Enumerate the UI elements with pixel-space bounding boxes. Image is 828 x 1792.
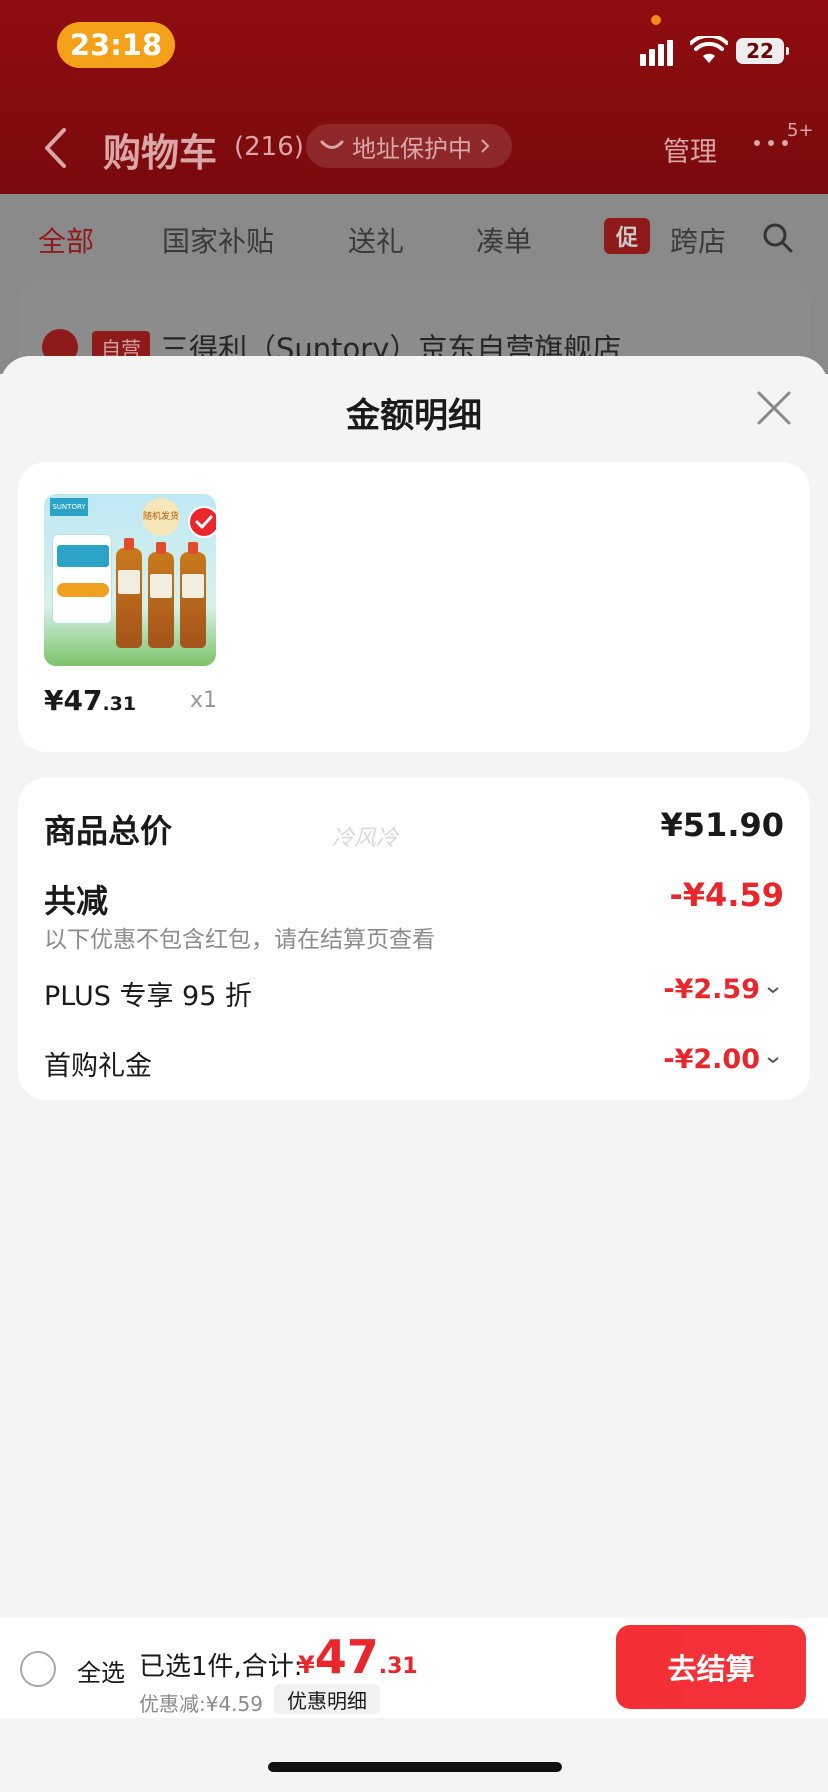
smile-icon xyxy=(320,140,344,149)
home-indicator xyxy=(268,1762,562,1772)
select-all-radio[interactable] xyxy=(20,1651,56,1687)
discount-summary: 优惠减:¥4.59 xyxy=(139,1692,263,1716)
page-title: 购物车 xyxy=(103,131,218,175)
reduce-note: 以下优惠不包含红包，请在结算页查看 xyxy=(44,927,435,953)
discount-item-label: 首购礼金 xyxy=(44,1051,152,1082)
discount-detail-button[interactable]: 优惠明细 xyxy=(274,1684,380,1714)
manage-button[interactable]: 管理 xyxy=(663,130,717,169)
random-ship-sticker: 随机发货 xyxy=(142,498,180,536)
total-amount: ¥47.31 xyxy=(298,1630,418,1684)
tea-bottle xyxy=(148,542,174,648)
total-price-value: ¥51.90 xyxy=(660,806,784,844)
price-summary-card: 商品总价 ¥51.90 共减 -¥4.59 以下优惠不包含红包，请在结算页查看 … xyxy=(18,778,810,1100)
tea-bottle xyxy=(116,538,142,648)
back-arrow-icon[interactable] xyxy=(42,127,68,169)
filter-tabs: 全部 国家补贴 送礼 凑单 促 跨店 xyxy=(0,214,828,262)
checkout-bar: 全选 已选1件,合计: ¥47.31 优惠减:¥4.59 优惠明细 去结算 xyxy=(0,1618,828,1718)
promo-panel xyxy=(52,534,112,624)
tab-all[interactable]: 全部 xyxy=(38,220,94,260)
discount-item-value: -¥2.00 xyxy=(663,1044,780,1075)
tab-national-subsidy[interactable]: 国家补贴 xyxy=(162,220,274,260)
search-icon[interactable] xyxy=(762,222,794,254)
product-card: SUNTORY 随机发货 ¥47.31 x1 xyxy=(18,462,810,752)
reduce-value: -¥4.59 xyxy=(669,876,785,914)
message-badge: 5+ xyxy=(787,120,814,141)
privacy-indicator-dot xyxy=(651,15,661,25)
discount-item-label: PLUS 专享 95 折 xyxy=(44,981,252,1012)
reduce-label: 共减 xyxy=(44,882,109,920)
sheet-title: 金额明细 xyxy=(346,396,482,436)
chevron-down-icon xyxy=(767,986,779,993)
selected-summary: 已选1件,合计: xyxy=(139,1652,303,1682)
address-protect-label: 地址保护中 xyxy=(352,134,472,163)
chevron-right-icon xyxy=(481,139,490,153)
watermark: 冷风冷 xyxy=(332,826,399,851)
tab-gift[interactable]: 送礼 xyxy=(348,220,404,260)
product-price: ¥47.31 xyxy=(44,684,137,717)
promo-tag: 促 xyxy=(604,218,650,254)
total-price-label: 商品总价 xyxy=(44,812,173,850)
chevron-down-icon xyxy=(767,1056,779,1063)
amount-detail-sheet: 金额明细 SUNTORY 随机发货 ¥47.31 x1 商品总价 ¥51.90 … xyxy=(0,356,828,1792)
cart-count: (216) xyxy=(234,132,304,162)
product-quantity: x1 xyxy=(190,688,218,713)
discount-item-value: -¥2.59 xyxy=(663,974,780,1005)
brand-logo: SUNTORY xyxy=(50,498,88,516)
product-image[interactable]: SUNTORY 随机发货 xyxy=(44,494,216,666)
tab-cross-store[interactable]: 跨店 xyxy=(670,220,726,260)
status-time: 23:18 xyxy=(57,22,175,68)
wifi-icon xyxy=(690,36,728,63)
battery-icon: 22 xyxy=(736,38,789,64)
address-protect-pill[interactable]: 地址保护中 xyxy=(306,124,512,168)
checkout-button[interactable]: 去结算 xyxy=(616,1625,806,1709)
more-icon[interactable] xyxy=(754,140,794,150)
close-icon[interactable] xyxy=(756,390,792,426)
signal-icon xyxy=(640,36,680,66)
tea-bottle xyxy=(180,542,206,648)
check-icon[interactable] xyxy=(188,506,216,538)
select-all-label[interactable]: 全选 xyxy=(77,1653,125,1688)
tab-bundle[interactable]: 凑单 xyxy=(476,220,532,260)
